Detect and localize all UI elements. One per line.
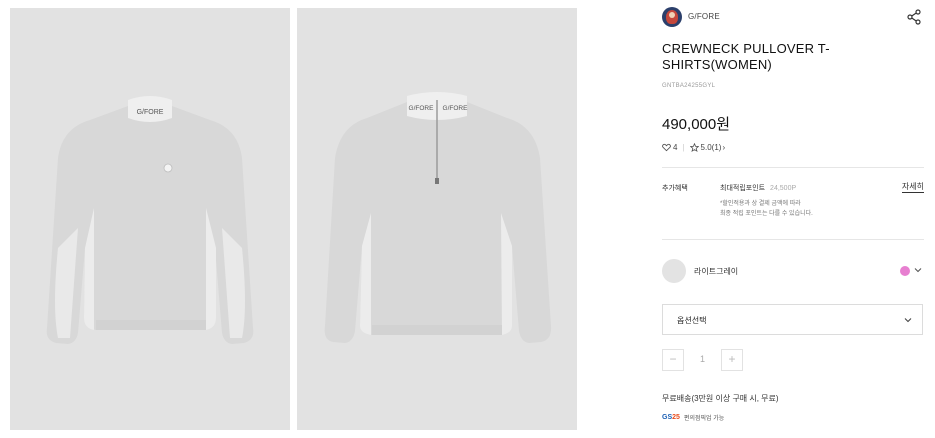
collar-logo-text-left: G/FORE	[409, 105, 435, 112]
product-price: 490,000원	[662, 116, 731, 133]
rating-value[interactable]: 5.0(1)	[701, 143, 722, 152]
color-option-dot[interactable]	[900, 266, 910, 276]
shipping-info: 무료배송(3만원 이상 구매 시, 무료)	[662, 394, 779, 403]
benefit-point-value: 24,500P	[770, 185, 797, 192]
benefit-note-line1: *할인적용과 상 결제 금액에 따라	[720, 201, 801, 207]
quantity-minus-button[interactable]: −	[662, 349, 684, 371]
back-shirt-graphic: G/FORE G/FORE	[324, 92, 552, 343]
star-icon	[689, 142, 699, 152]
brand-name[interactable]: G/FORE	[688, 12, 720, 21]
meta-separator: |	[682, 142, 685, 152]
partner-logo-a: GS	[662, 413, 673, 421]
benefit-point: 최대적립포인트 24,500P	[720, 183, 796, 193]
brand-logo[interactable]	[662, 7, 682, 27]
quantity-stepper: − 1 +	[662, 349, 762, 371]
benefit-label: 추가혜택	[662, 185, 688, 192]
color-row: 라이트그레이	[662, 259, 924, 283]
benefit-point-label: 최대적립포인트	[720, 185, 766, 192]
collar-logo-text: G/FORE	[137, 109, 164, 116]
option-select-label: 옵션선택	[677, 316, 707, 325]
chevron-down-icon	[904, 318, 912, 323]
product-title: CREWNECK PULLOVER T-SHIRTS(WOMEN)	[662, 41, 830, 72]
product-sku: GNTBA24255GYL	[662, 83, 716, 89]
divider	[662, 239, 924, 240]
product-image-back[interactable]: G/FORE G/FORE	[297, 8, 577, 430]
color-name: 라이트그레이	[694, 267, 739, 276]
product-info-panel: G/FORE CREWNECK PULLOVER T-SHIRTS(WOMEN)…	[662, 0, 924, 438]
front-shirt-graphic: G/FORE	[46, 96, 254, 344]
divider	[662, 167, 924, 168]
benefit-note-line2: 최종 적립 포인트는 다를 수 있습니다.	[720, 211, 813, 217]
quantity-plus-button[interactable]: +	[721, 349, 743, 371]
color-swatch[interactable]	[662, 259, 686, 283]
likes-count[interactable]: 4	[673, 143, 677, 152]
collar-logo-text-right: G/FORE	[443, 105, 469, 112]
option-select[interactable]: 옵션선택	[662, 304, 923, 335]
rating-arrow[interactable]: ›	[722, 143, 725, 152]
partner-pickup-row: GS25 편의점픽업 가능	[662, 411, 724, 423]
partner-logo-b: 25	[672, 413, 680, 421]
benefit-details-link[interactable]: 자세히	[901, 182, 924, 193]
meta-row: 4 | 5.0(1) ›	[662, 141, 725, 153]
brand-row: G/FORE	[662, 7, 924, 29]
partner-pickup-text: 편의점픽업 가능	[683, 415, 725, 422]
heart-icon[interactable]	[662, 143, 671, 152]
partner-logo: GS25	[662, 414, 680, 421]
quantity-value[interactable]: 1	[684, 354, 721, 364]
share-icon[interactable]	[906, 9, 922, 25]
product-image-front[interactable]: G/FORE	[10, 8, 290, 430]
chevron-down-icon[interactable]	[914, 266, 922, 274]
benefit-note: *할인적용과 상 결제 금액에 따라 최종 적립 포인트는 다를 수 있습니다.	[720, 199, 813, 219]
